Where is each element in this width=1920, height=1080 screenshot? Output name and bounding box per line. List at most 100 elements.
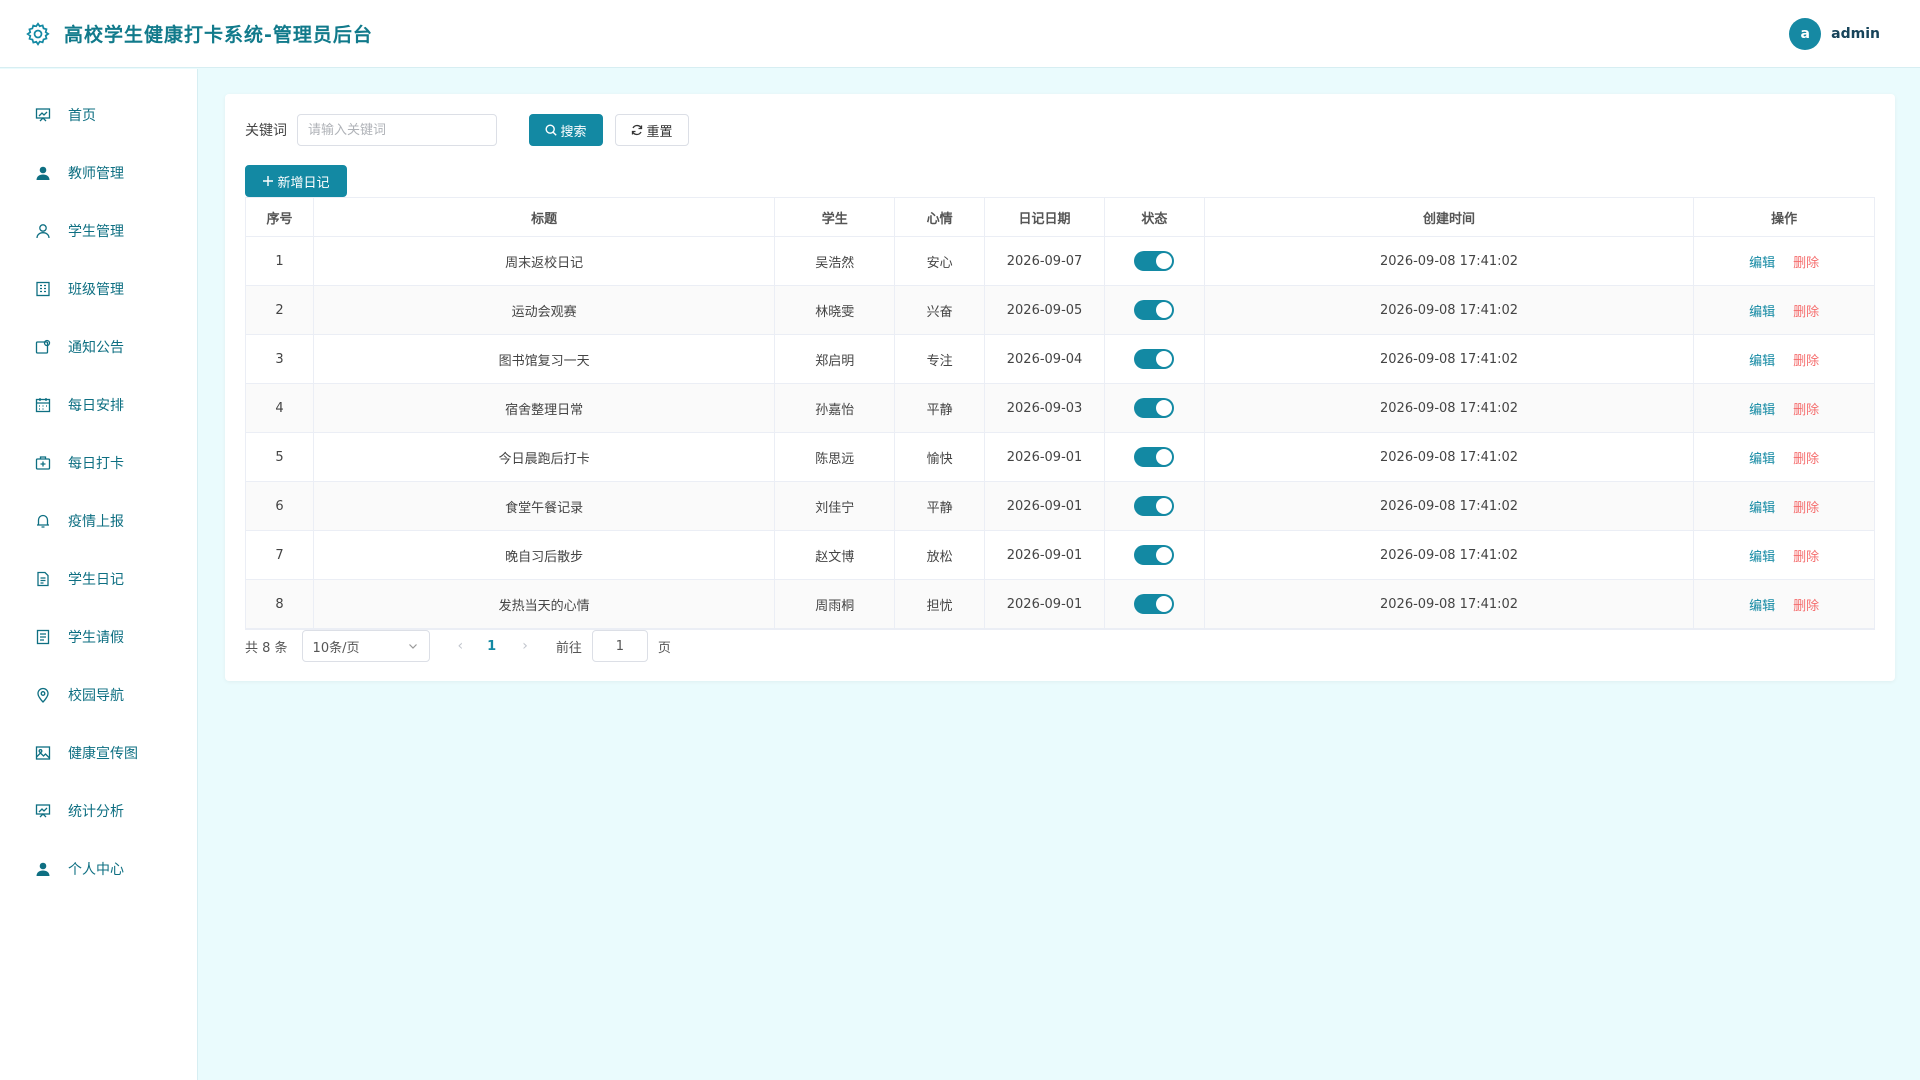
search-button-label: 搜索 [560,124,587,140]
column-header[interactable]: 创建时间 [1205,198,1695,236]
table-header: 序号 标题 学生 心情 日记日期 状态 创建时间 操作 [246,198,1874,237]
bell-icon [34,512,52,530]
page-size-value: 10条/页 [312,640,360,656]
status-toggle[interactable] [1134,349,1175,369]
sidebar-item-student-diary[interactable]: 学生日记 [0,550,197,608]
row-actions: 编辑 删除 [1694,384,1874,432]
sidebar-item-notices[interactable]: 通知公告 [0,318,197,376]
sidebar-item-health-posters[interactable]: 健康宣传图 [0,724,197,782]
column-header[interactable]: 序号 [246,198,314,236]
column-header[interactable]: 学生 [775,198,896,236]
row-title: 食堂午餐记录 [314,482,776,530]
edit-button[interactable]: 编辑 [1749,595,1775,614]
edit-button[interactable]: 编辑 [1749,350,1775,369]
next-page-button[interactable]: › [522,638,528,654]
sidebar-item-daily-checkin[interactable]: 每日打卡 [0,434,197,492]
delete-button[interactable]: 删除 [1793,301,1819,320]
row-diary-date: 2026-09-01 [985,531,1105,579]
goto-page-input[interactable] [591,630,648,662]
row-created-time: 2026-09-08 17:41:02 [1205,580,1695,628]
delete-button[interactable]: 删除 [1793,448,1819,467]
sidebar-item-label: 每日安排 [68,398,124,414]
delete-button[interactable]: 删除 [1793,595,1819,614]
delete-button[interactable]: 删除 [1793,546,1819,565]
row-actions: 编辑 删除 [1694,237,1874,285]
sidebar-item-label: 健康宣传图 [68,746,138,762]
edit-button[interactable]: 编辑 [1749,399,1775,418]
row-status [1105,531,1205,579]
sidebar-item-students[interactable]: 学生管理 [0,202,197,260]
sidebar-item-statistics[interactable]: 统计分析 [0,782,197,840]
sidebar-item-label: 教师管理 [68,166,124,182]
table-row: 8 发热当天的心情 周雨桐 担忧 2026-09-01 2026-09-08 17:41:… [246,580,1874,629]
add-diary-button[interactable]: 新增日记 [245,165,347,197]
sidebar-item-teachers[interactable]: 教师管理 [0,144,197,202]
status-toggle[interactable] [1134,300,1175,320]
sidebar-item-home[interactable]: 首页 [0,86,197,144]
edit-button[interactable]: 编辑 [1749,252,1775,271]
top-bar: 高校学生健康打卡系统-管理员后台 a admin [0,0,1920,68]
row-title: 周末返校日记 [314,237,776,285]
dashboard-icon [34,106,52,124]
row-actions: 编辑 删除 [1694,335,1874,383]
row-mood: 担忧 [895,580,986,628]
sidebar-item-epidemic-report[interactable]: 疫情上报 [0,492,197,550]
row-status [1105,482,1205,530]
row-actions: 编辑 删除 [1694,433,1874,481]
edit-button[interactable]: 编辑 [1749,301,1775,320]
row-created-time: 2026-09-08 17:41:02 [1205,237,1695,285]
sidebar-item-label: 每日打卡 [68,456,124,472]
status-toggle[interactable] [1134,398,1175,418]
user-menu[interactable]: a admin [1789,18,1880,50]
sidebar-item-classes[interactable]: 班级管理 [0,260,197,318]
sidebar-item-profile[interactable]: 个人中心 [0,840,197,898]
row-diary-date: 2026-09-07 [985,237,1105,285]
edit-button[interactable]: 编辑 [1749,497,1775,516]
row-actions: 编辑 删除 [1694,482,1874,530]
status-toggle[interactable] [1134,496,1175,516]
status-toggle[interactable] [1134,594,1175,614]
search-button[interactable]: 搜索 [529,114,603,146]
column-header[interactable]: 状态 [1105,198,1205,236]
status-toggle[interactable] [1134,251,1175,271]
keyword-input[interactable] [297,114,497,146]
user-solid-icon [34,860,52,878]
status-toggle[interactable] [1134,447,1175,467]
edit-button[interactable]: 编辑 [1749,448,1775,467]
sidebar-item-daily-schedule[interactable]: 每日安排 [0,376,197,434]
page-size-select[interactable]: 10条/页 [301,630,430,662]
reset-button[interactable]: 重置 [615,114,689,146]
username[interactable]: admin [1831,26,1880,42]
column-header[interactable]: 操作 [1694,198,1874,236]
sidebar-item-label: 学生请假 [68,630,124,646]
avatar[interactable]: a [1789,18,1822,50]
status-toggle[interactable] [1134,545,1175,565]
sidebar-item-student-leave[interactable]: 学生请假 [0,608,197,666]
delete-button[interactable]: 删除 [1793,252,1819,271]
notice-icon [34,338,52,356]
reset-button-label: 重置 [646,124,673,140]
delete-button[interactable]: 删除 [1793,497,1819,516]
calendar-icon [34,396,52,414]
row-mood: 愉快 [895,433,986,481]
row-title: 今日晨跑后打卡 [314,433,776,481]
column-header[interactable]: 标题 [314,198,776,236]
page-number[interactable]: 1 [487,639,496,654]
prev-page-button[interactable]: ‹ [458,638,464,654]
goto-suffix: 页 [657,640,671,656]
sidebar-item-campus-nav[interactable]: 校园导航 [0,666,197,724]
row-diary-date: 2026-09-03 [985,384,1105,432]
column-header[interactable]: 心情 [895,198,986,236]
delete-button[interactable]: 删除 [1793,399,1819,418]
row-created-time: 2026-09-08 17:41:02 [1205,433,1695,481]
delete-button[interactable]: 删除 [1793,350,1819,369]
row-diary-date: 2026-09-01 [985,482,1105,530]
row-created-time: 2026-09-08 17:41:02 [1205,482,1695,530]
column-header[interactable]: 日记日期 [985,198,1105,236]
user-solid-icon [34,164,52,182]
row-title: 图书馆复习一天 [314,335,776,383]
edit-button[interactable]: 编辑 [1749,546,1775,565]
diary-table: 序号 标题 学生 心情 日记日期 状态 创建时间 操作 1 周末返校日记 吴浩然 安心… [245,197,1875,630]
row-student: 陈思远 [775,433,896,481]
sidebar-item-label: 学生管理 [68,224,124,240]
